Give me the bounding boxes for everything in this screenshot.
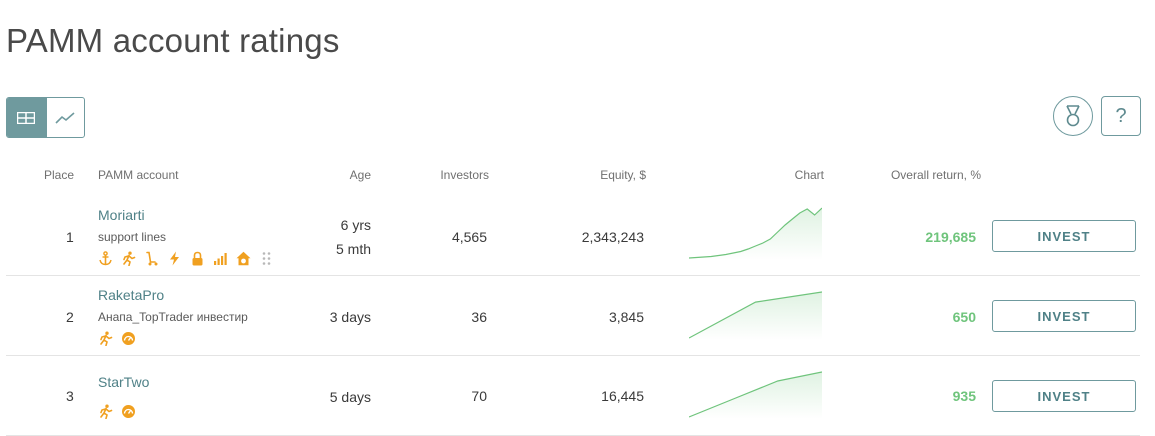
- chart-view-button[interactable]: [45, 98, 85, 137]
- row-age: 3 days: [329, 309, 371, 325]
- sparkline: [689, 371, 822, 419]
- lightning-icon: [167, 251, 182, 266]
- scooter-icon: [144, 251, 159, 266]
- lock-icon: [190, 251, 205, 266]
- sparkline-area: [689, 208, 822, 260]
- table-view-button[interactable]: [7, 98, 46, 137]
- sparkline-area: [689, 292, 822, 340]
- table-icon: [17, 111, 36, 124]
- more-icon[interactable]: [259, 251, 274, 266]
- runner-icon: [98, 404, 113, 419]
- medal-button[interactable]: [1053, 96, 1093, 136]
- sparkline: [689, 207, 822, 260]
- row-age: 5 days: [329, 389, 371, 405]
- account-subtitle: Анапа_TopTrader инвестир: [98, 310, 248, 324]
- view-toggle: [6, 97, 85, 138]
- account-name-link[interactable]: Moriarti: [98, 207, 145, 223]
- row-place: 1: [66, 229, 74, 245]
- signal-icon: [213, 251, 228, 266]
- row-equity: 16,445: [601, 388, 644, 404]
- badge-list: [98, 251, 274, 266]
- row-place: 3: [66, 388, 74, 404]
- anchor-icon: [98, 251, 113, 266]
- medal-icon: [1066, 105, 1080, 127]
- row-investors: 4,565: [451, 229, 487, 245]
- table-row[interactable]: 3 StarTwo 5 days 70 16,445 935 INVEST: [6, 356, 1140, 436]
- col-header-place: Place: [44, 168, 75, 182]
- row-equity: 2,343,243: [581, 229, 644, 245]
- row-age-months: 5 mth: [335, 241, 371, 257]
- speedometer-icon: [121, 404, 136, 419]
- row-overall-return: 935: [952, 388, 976, 404]
- invest-button[interactable]: INVEST: [992, 300, 1136, 332]
- table-row[interactable]: 1 Moriarti support lines 6 yrs 5 mth 4,5…: [6, 196, 1140, 276]
- col-header-investors: Investors: [440, 168, 489, 182]
- help-button[interactable]: ?: [1101, 96, 1141, 136]
- speedometer-icon: [121, 331, 136, 346]
- home-dollar-icon: [236, 251, 251, 266]
- col-header-account: PAMM account: [98, 168, 179, 182]
- col-header-equity: Equity, $: [600, 168, 646, 182]
- row-equity: 3,845: [608, 309, 644, 325]
- table-row[interactable]: 2 RaketaPro Анапа_TopTrader инвестир 3 d…: [6, 276, 1140, 356]
- runner-icon: [98, 331, 113, 346]
- col-header-return: Overall return, %: [890, 168, 981, 182]
- row-overall-return: 219,685: [925, 229, 976, 245]
- col-header-age: Age: [349, 168, 371, 182]
- row-investors: 36: [471, 309, 487, 325]
- line-chart-icon: [55, 111, 75, 124]
- account-name-link[interactable]: RaketaPro: [98, 287, 164, 303]
- row-place: 2: [66, 309, 74, 325]
- row-investors: 70: [471, 388, 487, 404]
- row-age: 6 yrs: [340, 217, 371, 233]
- badge-list: [98, 404, 136, 419]
- invest-button[interactable]: INVEST: [992, 220, 1136, 252]
- account-name-link[interactable]: StarTwo: [98, 374, 149, 390]
- account-subtitle: support lines: [98, 230, 167, 244]
- badge-list: [98, 331, 136, 346]
- row-overall-return: 650: [952, 309, 976, 325]
- col-header-chart: Chart: [794, 168, 824, 182]
- invest-button[interactable]: INVEST: [992, 380, 1136, 412]
- runner-icon: [121, 251, 136, 266]
- page-title: PAMM account ratings: [6, 22, 340, 59]
- sparkline-area: [689, 372, 822, 419]
- sparkline: [689, 291, 822, 340]
